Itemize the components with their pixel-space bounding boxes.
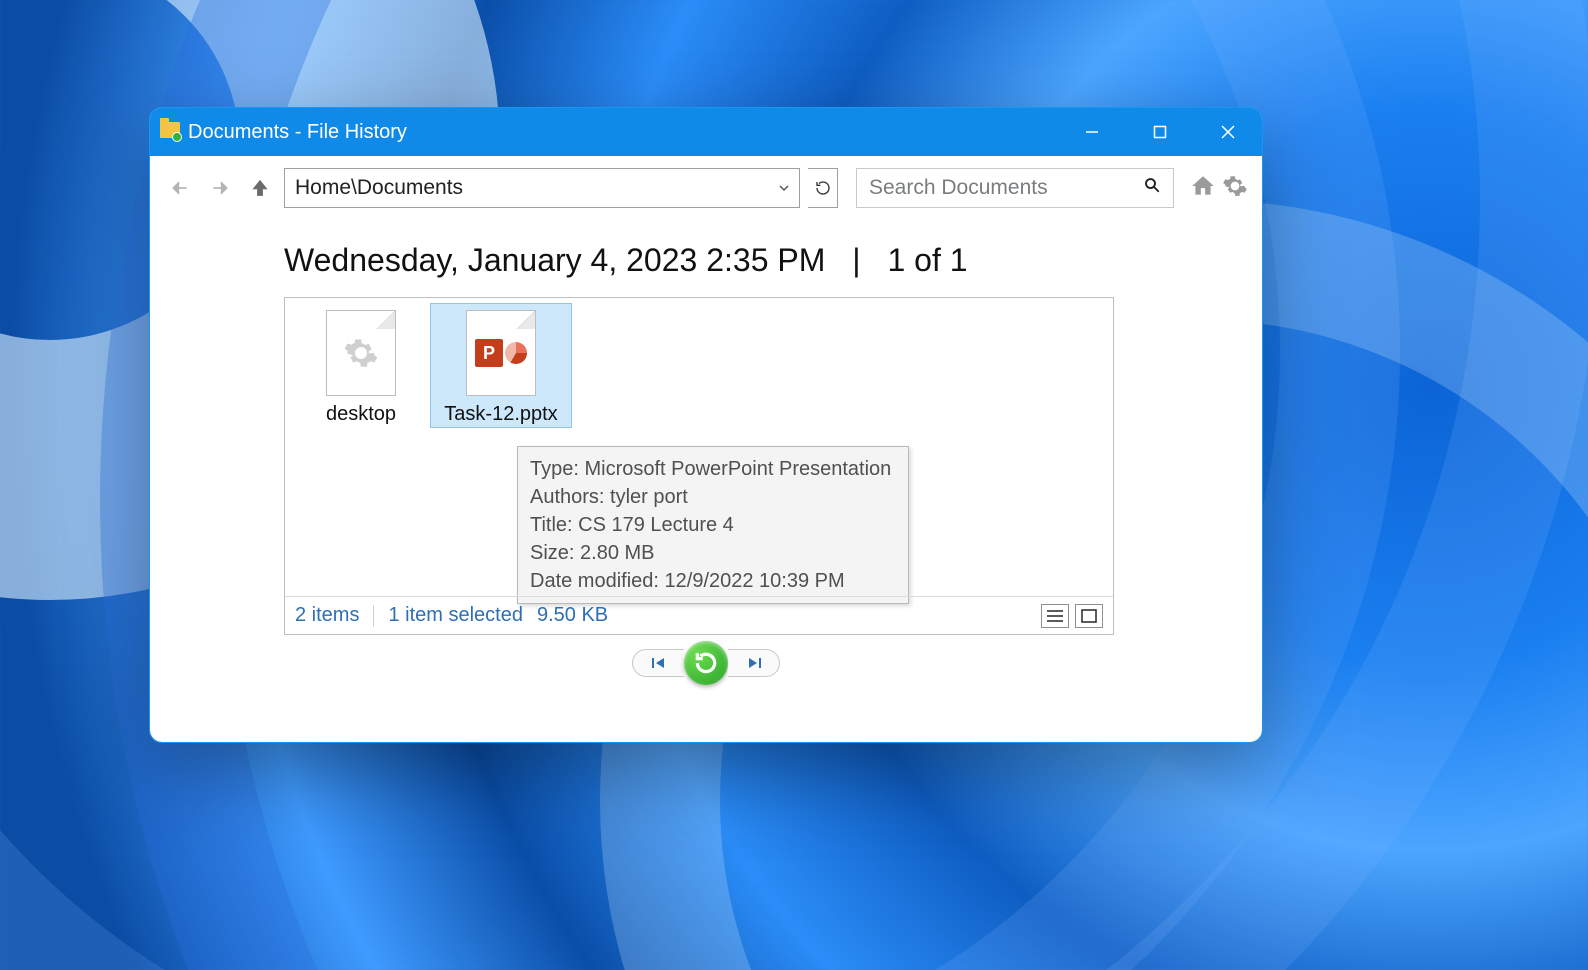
status-selected: 1 item selected	[388, 604, 523, 627]
file-pane: desktop P Task-12.pptx Type: Microsoft P…	[284, 297, 1114, 635]
navigation-controls	[150, 635, 1262, 691]
tooltip-authors: Authors: tyler port	[530, 483, 896, 511]
back-button[interactable]	[164, 172, 196, 204]
tooltip-title: Title: CS 179 Lecture 4	[530, 511, 896, 539]
version-timestamp: Wednesday, January 4, 2023 2:35 PM	[284, 242, 825, 278]
pptx-file-icon: P	[466, 310, 536, 396]
home-icon[interactable]	[1190, 173, 1216, 204]
app-icon	[160, 120, 180, 144]
file-label: desktop	[322, 402, 400, 427]
up-button[interactable]	[244, 172, 276, 204]
restore-button[interactable]	[684, 641, 728, 685]
address-path: Home\Documents	[295, 176, 463, 200]
forward-button[interactable]	[204, 172, 236, 204]
status-size: 9.50 KB	[537, 604, 608, 627]
status-count: 2 items	[295, 604, 359, 627]
version-heading: Wednesday, January 4, 2023 2:35 PM | 1 o…	[150, 220, 1262, 279]
window-title: Documents - File History	[188, 121, 407, 144]
search-placeholder: Search Documents	[869, 176, 1048, 200]
ini-file-icon	[326, 310, 396, 396]
file-label: Task-12.pptx	[440, 402, 561, 427]
file-history-window: Documents - File History Home\Documents …	[150, 108, 1262, 742]
details-view-button[interactable]	[1041, 604, 1069, 628]
search-icon	[1143, 176, 1161, 200]
gear-icon[interactable]	[1222, 173, 1248, 204]
maximize-button[interactable]	[1126, 108, 1194, 156]
status-bar: 2 items 1 item selected 9.50 KB	[285, 596, 1113, 634]
minimize-button[interactable]	[1058, 108, 1126, 156]
tooltip-type: Type: Microsoft PowerPoint Presentation	[530, 455, 896, 483]
previous-version-button[interactable]	[632, 649, 684, 677]
address-dropdown-icon[interactable]	[767, 169, 799, 207]
tooltip-size: Size: 2.80 MB	[530, 539, 896, 567]
file-tooltip: Type: Microsoft PowerPoint Presentation …	[517, 446, 909, 604]
version-position: 1 of 1	[887, 242, 967, 278]
search-input[interactable]: Search Documents	[856, 168, 1174, 208]
toolbar: Home\Documents Search Documents	[150, 156, 1262, 220]
file-item-task12[interactable]: P Task-12.pptx	[431, 304, 571, 427]
close-button[interactable]	[1194, 108, 1262, 156]
titlebar[interactable]: Documents - File History	[150, 108, 1262, 156]
file-item-desktop[interactable]: desktop	[291, 304, 431, 427]
tooltip-modified: Date modified: 12/9/2022 10:39 PM	[530, 567, 896, 595]
icons-view-button[interactable]	[1075, 604, 1103, 628]
address-bar[interactable]: Home\Documents	[284, 168, 800, 208]
refresh-button[interactable]	[808, 168, 838, 208]
next-version-button[interactable]	[728, 649, 780, 677]
